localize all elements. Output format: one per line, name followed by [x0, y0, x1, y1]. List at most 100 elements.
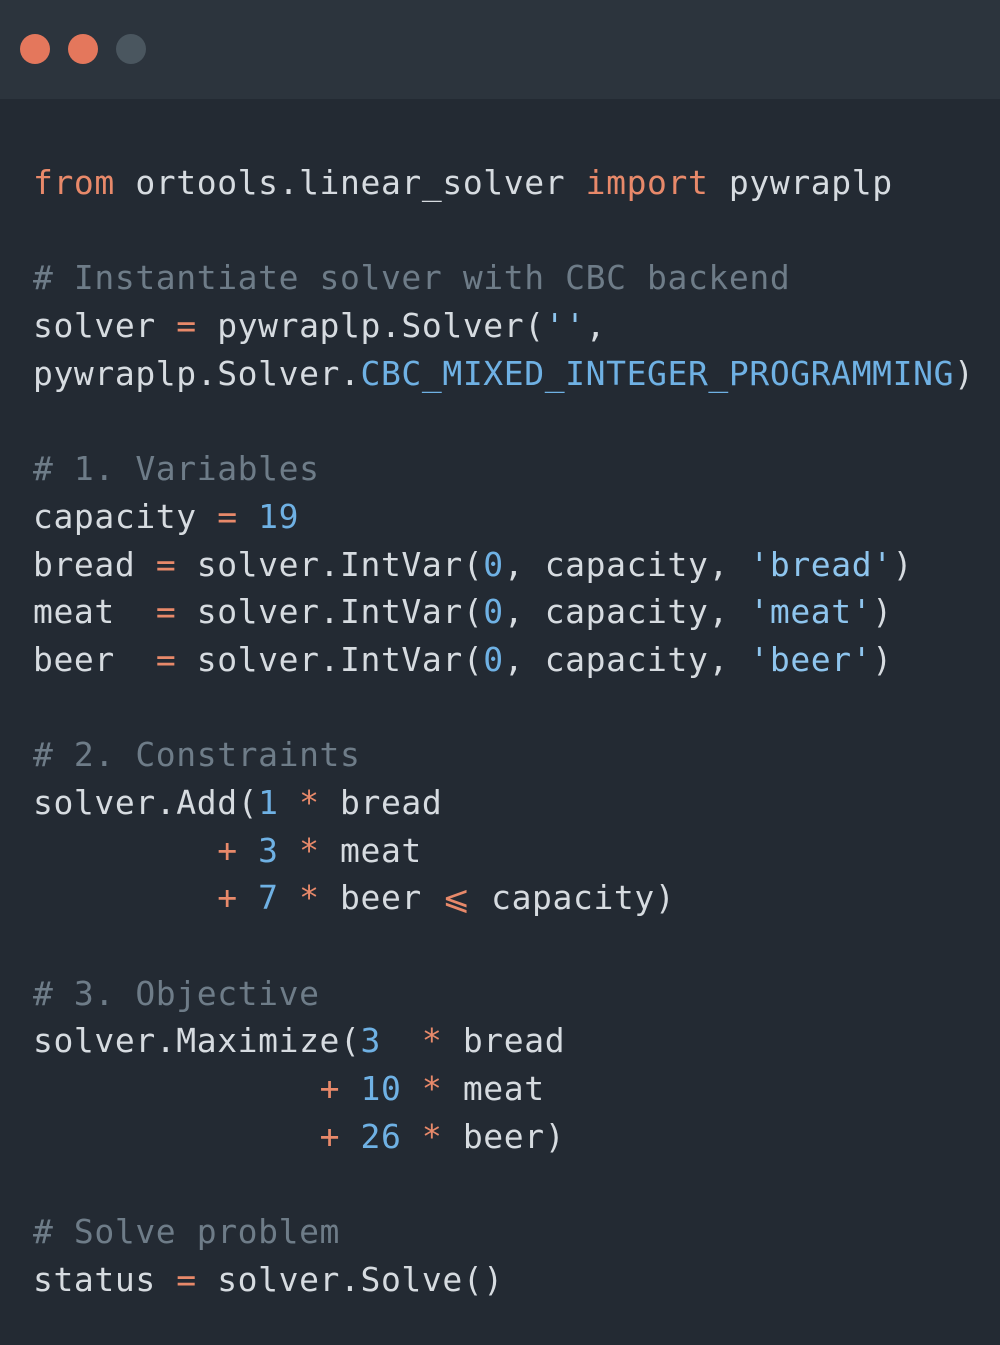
- code-token-plain: bread: [33, 544, 156, 584]
- code-block: from ortools.linear_solver import pywrap…: [33, 159, 1000, 1304]
- code-token-comment: # 1. Variables: [33, 449, 320, 489]
- close-dot-icon[interactable]: [20, 34, 50, 64]
- code-token-plain: ): [892, 544, 914, 584]
- code-token-operator: =: [217, 496, 238, 536]
- code-line: # 1. Variables: [33, 445, 1000, 493]
- code-token-number: 0: [483, 592, 504, 632]
- code-token-plain: status: [33, 1259, 177, 1299]
- code-token-number: 1: [258, 782, 279, 822]
- code-line: solver.Maximize(3 * bread: [33, 1017, 1000, 1065]
- code-token-operator: =: [155, 544, 177, 584]
- code-token-number: 26: [360, 1116, 402, 1156]
- code-token-operator: +: [319, 1116, 341, 1156]
- code-token-plain: beer: [319, 878, 443, 918]
- code-token-plain: solver.Maximize(: [33, 1021, 361, 1061]
- code-token-plain: bread: [442, 1021, 566, 1061]
- code-line: bread = solver.IntVar(0, capacity, 'brea…: [33, 541, 1000, 589]
- code-token-plain: ): [872, 639, 893, 679]
- code-line: from ortools.linear_solver import pywrap…: [33, 159, 1000, 207]
- code-token-number: 0: [483, 544, 504, 584]
- code-token-plain: meat: [319, 830, 422, 870]
- code-token-operator: ⩽: [442, 878, 471, 918]
- code-token-plain: pywraplp.Solver(: [196, 306, 545, 346]
- code-token-comment: # 2. Constraints: [33, 735, 361, 775]
- code-token-string: '': [544, 306, 586, 346]
- code-token-const: CBC_MIXED_INTEGER_PROGRAMMING: [360, 353, 955, 393]
- code-token-operator: *: [299, 878, 320, 918]
- code-token-plain: pywraplp: [708, 163, 893, 202]
- code-token-number: 3: [360, 1021, 381, 1061]
- code-token-comment: # Solve problem: [33, 1212, 341, 1252]
- code-token-operator: =: [176, 306, 197, 346]
- code-line: pywraplp.Solver.CBC_MIXED_INTEGER_PROGRA…: [33, 350, 1000, 398]
- code-token-comment: # Instantiate solver with CBC backend: [33, 258, 791, 298]
- code-token-comment: # 3. Objective: [33, 973, 320, 1013]
- code-token-plain: solver.Solve(): [196, 1259, 504, 1299]
- code-token-plain: ): [872, 592, 893, 632]
- code-token-plain: meat: [442, 1069, 545, 1109]
- code-token-plain: solver.IntVar(: [176, 592, 484, 632]
- code-line: + 26 * beer): [33, 1113, 1000, 1161]
- code-token-operator: *: [421, 1116, 443, 1156]
- code-token-operator: +: [319, 1069, 341, 1109]
- code-token-plain: , capacity,: [503, 544, 750, 584]
- code-token-number: 10: [360, 1069, 402, 1109]
- code-token-number: 3: [258, 830, 279, 870]
- code-token-plain: capacity: [33, 496, 218, 536]
- code-token-operator: +: [217, 878, 238, 918]
- code-token-string: 'beer': [749, 639, 873, 679]
- code-token-string: 'bread': [749, 544, 893, 584]
- code-token-plain: , capacity,: [503, 639, 750, 679]
- code-token-plain: solver.IntVar(: [176, 544, 484, 584]
- code-token-operator: *: [421, 1069, 443, 1109]
- code-token-number: 7: [258, 878, 279, 918]
- minimize-dot-icon[interactable]: [68, 34, 98, 64]
- code-token-plain: ortools.linear_solver: [114, 163, 586, 202]
- code-token-keyword: import: [585, 163, 709, 202]
- code-token-plain: ): [954, 353, 975, 393]
- code-token-plain: solver.Add(: [33, 782, 259, 822]
- code-line: # Instantiate solver with CBC backend: [33, 254, 1000, 302]
- code-line: status = solver.Solve(): [33, 1256, 1000, 1304]
- code-token-plain: meat: [33, 592, 156, 632]
- code-line: capacity = 19: [33, 493, 1000, 541]
- maximize-dot-icon[interactable]: [116, 34, 146, 64]
- code-token-operator: *: [421, 1021, 443, 1061]
- code-token-operator: *: [299, 782, 320, 822]
- code-line: # 3. Objective: [33, 970, 1000, 1018]
- code-token-plain: bread: [319, 782, 443, 822]
- code-token-plain: beer: [33, 639, 156, 679]
- code-token-plain: beer): [442, 1116, 566, 1156]
- code-line: # 2. Constraints: [33, 731, 1000, 779]
- code-token-operator: =: [155, 639, 177, 679]
- code-token-number: 0: [483, 639, 504, 679]
- code-line: + 3 * meat: [33, 827, 1000, 875]
- code-token-plain: solver.IntVar(: [176, 639, 484, 679]
- code-line: solver.Add(1 * bread: [33, 779, 1000, 827]
- code-line: meat = solver.IntVar(0, capacity, 'meat'…: [33, 588, 1000, 636]
- code-line: + 7 * beer ⩽ capacity): [33, 874, 1000, 922]
- code-token-operator: =: [155, 592, 177, 632]
- code-token-operator: =: [176, 1259, 197, 1299]
- code-token-operator: +: [217, 830, 238, 870]
- code-token-number: 19: [258, 496, 300, 536]
- code-token-plain: capacity): [470, 878, 676, 918]
- code-token-plain: solver: [33, 306, 177, 346]
